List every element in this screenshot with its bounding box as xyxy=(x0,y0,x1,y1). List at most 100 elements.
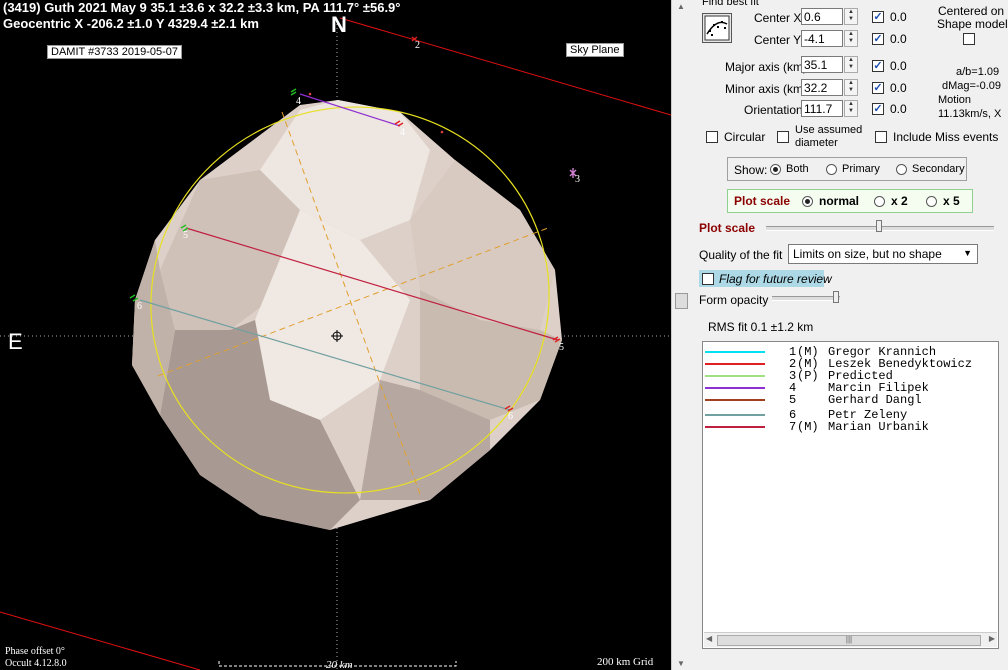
major-axis-input[interactable]: 35.1 xyxy=(801,56,843,73)
orientation-checkbox[interactable]: ✓ xyxy=(872,103,884,115)
plot-title-line2: Geocentric X -206.2 ±1.0 Y 4329.4 ±2.1 k… xyxy=(3,16,259,31)
version-label: Occult 4.12.8.0 xyxy=(5,658,67,669)
occultation-plot[interactable]: (3419) Guth 2021 May 9 35.1 ±3.6 x 32.2 … xyxy=(0,0,671,670)
observer-legend: 1 (M) Gregor Krannich 2 (M) Leszek Bened… xyxy=(702,341,999,649)
center-y-spinner[interactable]: ▲ ▼ xyxy=(844,30,858,47)
legend-line-3 xyxy=(705,375,765,377)
shape-model xyxy=(132,100,562,530)
show-group: Show: Both Primary Secondary xyxy=(727,157,967,181)
center-x-input[interactable]: 0.6 xyxy=(801,8,843,25)
show-both-label: Both xyxy=(786,163,809,175)
center-x-checkbox[interactable]: ✓ xyxy=(872,11,884,23)
legend-line-2 xyxy=(705,363,765,365)
use-assumed-checkbox[interactable] xyxy=(777,131,789,143)
legend-num: 7 xyxy=(789,420,797,434)
plot-scale-group: Plot scale normal x 2 x 5 xyxy=(727,189,973,213)
orientation-check-value: 0.0 xyxy=(890,102,907,116)
rms-fit-label: RMS fit 0.1 ±1.2 km xyxy=(708,320,814,334)
include-miss-label: Include Miss events xyxy=(893,130,999,144)
centered-on-shape-checkbox[interactable] xyxy=(963,33,975,45)
use-assumed-diameter-label: diameter xyxy=(795,137,838,149)
center-y-input[interactable]: -4.1 xyxy=(801,30,843,47)
find-best-fit-button[interactable] xyxy=(702,13,732,43)
minor-axis-input[interactable]: 32.2 xyxy=(801,79,843,96)
legend-line-7 xyxy=(705,426,765,428)
legend-flag: (M) xyxy=(797,420,819,434)
legend-flag: (P) xyxy=(797,369,819,383)
use-assumed-label: Use assumed xyxy=(795,124,863,136)
center-x-spinner[interactable]: ▲ ▼ xyxy=(844,8,858,25)
chord-number-6-end: 6 xyxy=(508,411,513,422)
damit-label: DAMIT #3733 2019-05-07 xyxy=(47,45,182,59)
show-primary-label: Primary xyxy=(842,163,880,175)
center-x-check-value: 0.0 xyxy=(890,10,907,24)
show-secondary-label: Secondary xyxy=(912,163,965,175)
scroll-up-icon[interactable]: ▲ xyxy=(677,2,685,11)
chord-number-4-end: 4 xyxy=(400,127,405,138)
minor-axis-checkbox[interactable]: ✓ xyxy=(872,82,884,94)
chord-line-2 xyxy=(339,17,671,116)
scale-x5-label: x 5 xyxy=(943,194,960,208)
major-axis-checkbox[interactable]: ✓ xyxy=(872,60,884,72)
quality-label: Quality of the fit xyxy=(699,248,783,262)
panel-scrollbar[interactable]: ▲ ▼ xyxy=(671,0,690,670)
major-axis-label: Major axis (km) xyxy=(725,60,808,74)
circular-label: Circular xyxy=(724,130,766,144)
scale-x2-label: x 2 xyxy=(891,194,908,208)
legend-horizontal-scrollbar[interactable]: ◀ ||| ▶ xyxy=(704,632,997,647)
orientation-spinner[interactable]: ▲ ▼ xyxy=(844,100,858,117)
show-label: Show: xyxy=(734,163,768,177)
circular-checkbox[interactable] xyxy=(706,131,718,143)
east-label: E xyxy=(8,329,23,354)
scroll-down-icon[interactable]: ▼ xyxy=(677,659,685,668)
center-y-check-value: 0.0 xyxy=(890,32,907,46)
form-opacity-slider-track[interactable] xyxy=(772,296,840,301)
legend-line-6 xyxy=(705,414,765,416)
minor-axis-spinner[interactable]: ▲ ▼ xyxy=(844,79,858,96)
motion-value: 11.13km/s, X xyxy=(938,108,1002,120)
plot-scale-slider-thumb[interactable] xyxy=(876,220,882,232)
legend-line-4 xyxy=(705,387,765,389)
form-opacity-slider-thumb[interactable] xyxy=(833,291,839,303)
scroll-right-icon[interactable]: ▶ xyxy=(989,634,995,643)
scroll-thumb[interactable] xyxy=(675,293,688,309)
chord-number-6-start: 6 xyxy=(137,301,142,312)
include-miss-checkbox[interactable] xyxy=(875,131,887,143)
show-primary-radio[interactable] xyxy=(826,164,837,175)
major-axis-spinner[interactable]: ▲ ▼ xyxy=(844,56,858,73)
flag-review-checkbox[interactable] xyxy=(702,273,714,285)
sky-plane-label: Sky Plane xyxy=(566,43,624,57)
centered-on-label: Centered on xyxy=(938,4,1005,18)
center-y-label: Center Y xyxy=(754,33,802,47)
phase-offset-label: Phase offset 0° xyxy=(5,646,65,657)
ab-ratio: a/b=1.09 xyxy=(956,66,1000,78)
scroll-left-icon[interactable]: ◀ xyxy=(706,634,712,643)
chord-number-5-end: 5 xyxy=(559,342,564,353)
plot-scale-group-label: Plot scale xyxy=(734,194,791,208)
chord-number-3: 3 xyxy=(575,174,580,185)
form-opacity-label: Form opacity xyxy=(699,293,769,307)
plot-canvas xyxy=(0,17,671,670)
center-y-checkbox[interactable]: ✓ xyxy=(872,33,884,45)
control-panel: Find best fit Center X 0.6 ▲ ▼ ✓ 0.0 Cent… xyxy=(690,0,1008,670)
show-both-radio[interactable] xyxy=(770,164,781,175)
scale-normal-label: normal xyxy=(819,194,860,208)
legend-line-1 xyxy=(705,351,765,353)
show-secondary-radio[interactable] xyxy=(896,164,907,175)
north-label: N xyxy=(331,12,347,37)
scale-bar-label: 20 km xyxy=(326,659,353,670)
quality-select[interactable]: Limits on size, but no shape ▼ xyxy=(788,244,978,264)
flag-review-label: Flag for future review xyxy=(719,272,832,286)
legend-name: Gerhard Dangl xyxy=(828,393,922,407)
scale-x5-radio[interactable] xyxy=(926,196,937,207)
motion-label: Motion xyxy=(938,94,972,106)
orientation-input[interactable]: 111.7 xyxy=(801,100,843,117)
scale-x2-radio[interactable] xyxy=(874,196,885,207)
dmag-value: dMag=-0.09 xyxy=(942,80,1002,92)
scale-normal-radio[interactable] xyxy=(802,196,813,207)
chevron-down-icon: ▼ xyxy=(963,248,972,258)
grid-label: 200 km Grid xyxy=(597,656,654,668)
legend-scroll-thumb[interactable]: ||| xyxy=(717,635,981,646)
quality-value: Limits on size, but no shape xyxy=(793,247,942,261)
chord-number-5-start: 5 xyxy=(183,230,188,241)
